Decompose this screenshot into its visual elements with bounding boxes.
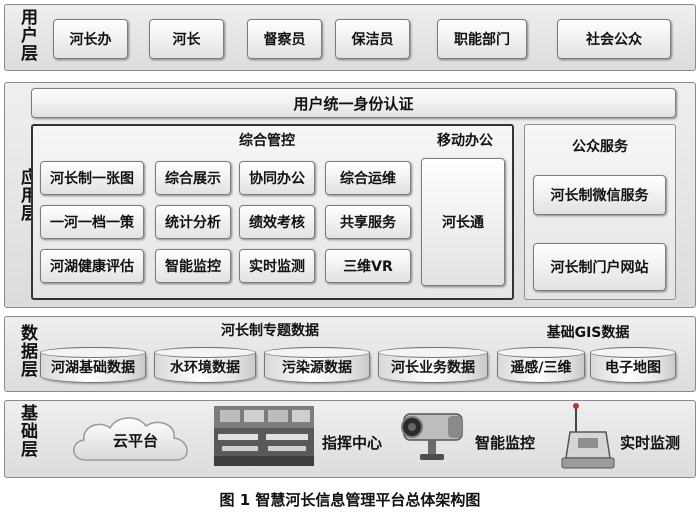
app-river-map: 河长制一张图 — [40, 161, 144, 195]
command-center-icon — [214, 406, 314, 466]
app-3d-vr: 三维VR — [325, 249, 411, 283]
user-layer-label: 用户层 — [17, 8, 37, 62]
user-departments: 职能部门 — [437, 19, 527, 59]
app-sharing: 共享服务 — [325, 205, 411, 239]
data-river-basic: 河湖基础数据 — [40, 347, 146, 383]
public-service-title: 公众服务 — [572, 139, 628, 155]
integrated-control-title: 综合管控 — [239, 133, 295, 149]
app-collab: 协同办公 — [239, 161, 315, 195]
app-smart-monitor: 智能监控 — [155, 249, 231, 283]
infra-layer-label: 基础层 — [17, 404, 37, 458]
app-wechat-service: 河长制微信服务 — [533, 175, 666, 215]
data-water-env: 水环境数据 — [154, 347, 256, 383]
user-hezhangban: 河长办 — [53, 19, 128, 59]
figure-caption: 图 1 智慧河长信息管理平台总体架构图 — [219, 491, 481, 509]
camera-icon — [401, 413, 463, 460]
app-realtime: 实时监测 — [239, 249, 315, 283]
thematic-data-title: 河长制专题数据 — [221, 323, 319, 339]
mobile-office-title: 移动办公 — [437, 133, 493, 149]
infra-command-label: 指挥中心 — [322, 434, 383, 452]
app-ops: 综合运维 — [325, 161, 411, 195]
app-statistics: 统计分析 — [155, 205, 231, 239]
gis-data-title: 基础GIS数据 — [546, 325, 630, 341]
user-cleaner: 保洁员 — [335, 19, 410, 59]
infra-realtime-label: 实时监测 — [620, 434, 681, 452]
app-health-eval: 河湖健康评估 — [40, 249, 144, 283]
app-portal: 河长制门户网站 — [533, 243, 666, 291]
data-layer-label: 数据层 — [17, 324, 37, 378]
data-pollution: 污染源数据 — [264, 347, 370, 383]
infra-monitor-label: 智能监控 — [475, 434, 536, 452]
user-hezhang: 河长 — [149, 19, 224, 59]
user-public: 社会公众 — [557, 19, 671, 59]
unified-auth-bar: 用户统一身份认证 — [31, 88, 676, 118]
infra-cloud-label: 云平台 — [113, 432, 159, 450]
app-hezhangtong: 河长通 — [421, 158, 505, 286]
data-e-map: 电子地图 — [590, 347, 676, 383]
data-business: 河长业务数据 — [378, 347, 488, 383]
app-one-river-file: 一河一档一策 — [40, 205, 144, 239]
app-performance: 绩效考核 — [239, 205, 315, 239]
user-inspector: 督察员 — [247, 19, 322, 59]
data-remote-3d: 遥感/三维 — [497, 347, 585, 383]
app-display: 综合展示 — [155, 161, 231, 195]
monitoring-station-icon — [561, 403, 615, 469]
